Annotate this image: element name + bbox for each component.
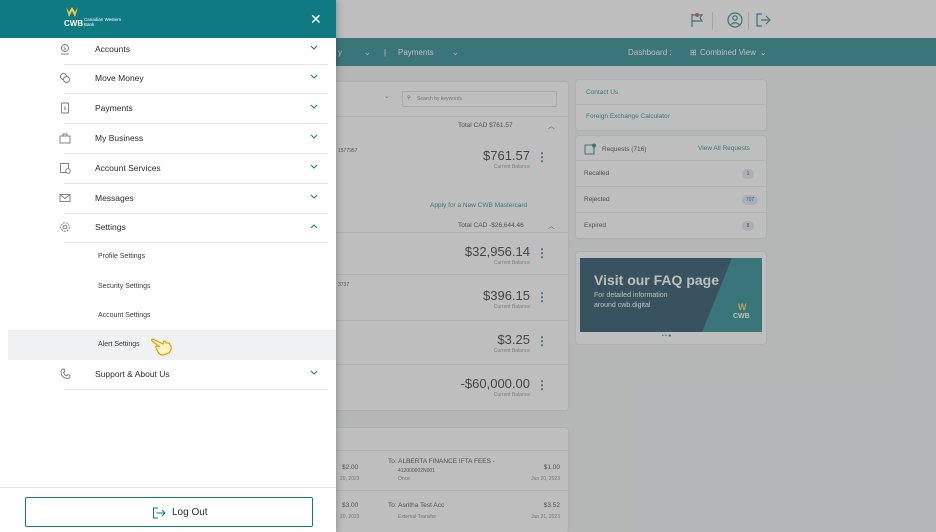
menu-item-label: Account Services	[95, 163, 161, 173]
close-drawer-button[interactable]: ✕	[310, 12, 322, 26]
chevron-down-icon	[310, 104, 318, 109]
submenu-label: Profile Settings	[98, 253, 146, 260]
logout-label: Log Out	[172, 507, 208, 518]
menu-item-move-money[interactable]: Move Money	[0, 64, 336, 94]
submenu-security-settings[interactable]: Security Settings	[0, 272, 336, 302]
submenu-profile-settings[interactable]: Profile Settings	[0, 242, 336, 272]
menu-item-label: Settings	[95, 222, 126, 232]
chevron-down-icon	[310, 194, 318, 199]
messages-icon	[59, 194, 71, 202]
menu-item-my-business[interactable]: My Business	[0, 124, 336, 154]
logout-button[interactable]: Log Out	[25, 497, 313, 527]
logout-icon	[153, 507, 166, 519]
account-services-icon	[60, 163, 71, 174]
chevron-down-icon	[310, 164, 318, 169]
divider	[0, 487, 336, 488]
chevron-up-icon	[310, 224, 318, 229]
pointer-hand-cursor	[151, 338, 172, 356]
menu-item-label: Accounts	[95, 44, 130, 54]
menu-item-settings[interactable]: Settings	[0, 213, 336, 243]
settings-icon	[60, 222, 70, 232]
menu-item-label: Support & About Us	[95, 369, 170, 379]
my-business-icon	[59, 133, 71, 144]
menu-item-support[interactable]: Support & About Us	[0, 360, 336, 390]
menu-item-label: Payments	[95, 103, 133, 113]
brand-subtitle: Canadian Western Bank	[84, 17, 122, 27]
chevron-down-icon	[310, 370, 318, 375]
menu-item-label: Messages	[95, 193, 134, 203]
menu-item-accounts[interactable]: $ Accounts	[0, 35, 336, 65]
menu-item-messages[interactable]: Messages	[0, 184, 336, 214]
svg-text:$: $	[63, 46, 66, 52]
move-money-icon	[60, 73, 70, 83]
chevron-down-icon	[310, 45, 318, 50]
menu-item-label: Move Money	[95, 73, 144, 83]
menu-item-label: My Business	[95, 133, 144, 143]
svg-text:$: $	[63, 106, 66, 112]
drawer-header: CWB Canadian Western Bank ✕	[0, 0, 336, 38]
side-drawer: CWB Canadian Western Bank ✕ $ Accounts M…	[0, 0, 336, 532]
menu-item-account-services[interactable]: Account Services	[0, 154, 336, 184]
chevron-down-icon	[310, 134, 318, 139]
submenu-label: Alert Settings	[98, 341, 140, 348]
menu-item-payments[interactable]: $ Payments	[0, 94, 336, 124]
brand-name: CWB	[64, 19, 84, 28]
submenu-label: Account Settings	[98, 312, 151, 319]
chevron-down-icon	[310, 74, 318, 79]
submenu-account-settings[interactable]: Account Settings	[0, 301, 336, 331]
accounts-icon: $	[61, 44, 69, 55]
support-icon	[60, 368, 71, 380]
divider	[64, 389, 328, 390]
payments-icon: $	[61, 102, 69, 114]
submenu-label: Security Settings	[98, 283, 151, 290]
cwb-logo-icon	[66, 7, 78, 17]
